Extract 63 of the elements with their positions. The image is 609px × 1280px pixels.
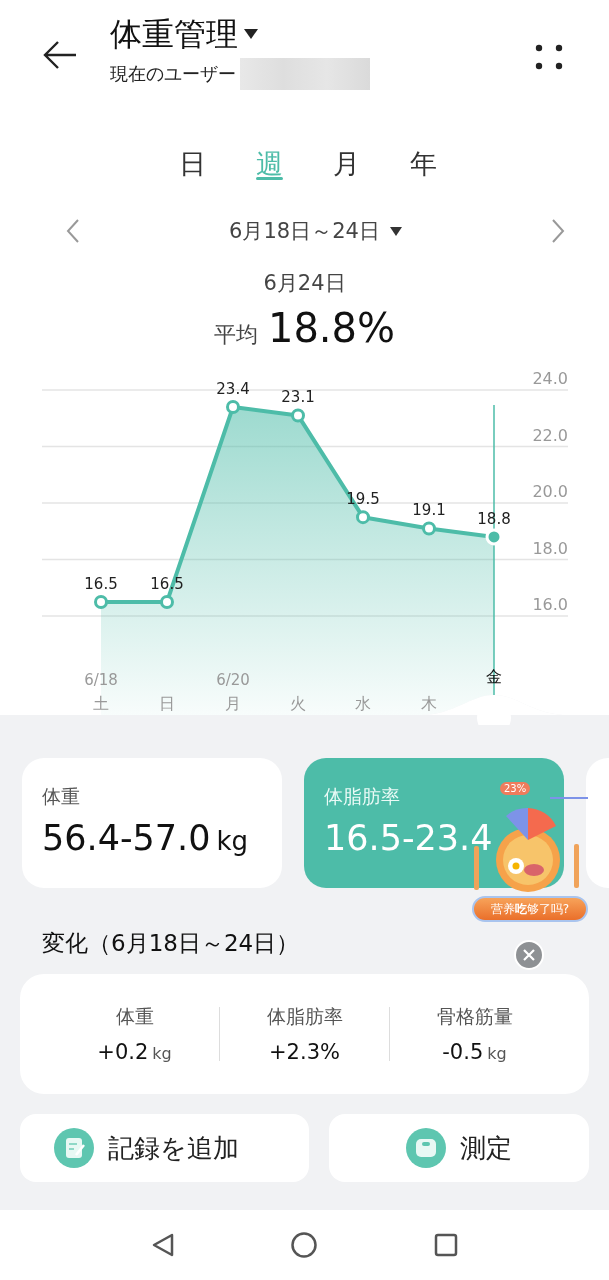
page-title: 体重管理 [110, 14, 238, 55]
period-tab[interactable]: 月 [328, 110, 364, 190]
change-unit: kg [152, 1044, 172, 1063]
day-label: 月 [225, 694, 241, 713]
recents-icon[interactable] [432, 1232, 459, 1258]
day-label: 水 [355, 694, 371, 713]
back-icon[interactable] [42, 40, 78, 70]
chart-point[interactable] [356, 510, 370, 525]
data-label: 23.4 [216, 379, 250, 398]
day-label: 土 [93, 694, 109, 713]
action-button[interactable]: 測定 [328, 1114, 589, 1182]
user-label: 現在のユーザー [110, 62, 236, 86]
note-icon [54, 1128, 94, 1168]
chart-point[interactable] [226, 399, 240, 414]
change-value: -0.5 [442, 1040, 484, 1064]
day-label: 日 [159, 694, 175, 713]
metric-label: 体脂肪率 [324, 784, 400, 809]
caret-icon[interactable] [244, 29, 258, 39]
selected-date: 6月24日 [263, 271, 346, 295]
chart-point[interactable] [291, 408, 305, 423]
data-label: 23.1 [281, 388, 315, 407]
day-label: 火 [290, 694, 306, 713]
period-tab[interactable]: 日 [174, 110, 210, 190]
action-button[interactable]: 記録を追加 [20, 1114, 309, 1182]
scale-icon [405, 1128, 446, 1168]
menu-icon[interactable] [535, 44, 563, 70]
axis-label: 20.0 [532, 482, 568, 502]
change-value: +2.3% [269, 1040, 340, 1064]
chart-point[interactable] [160, 594, 174, 609]
metric-value: 56.4-57.0 [42, 818, 211, 858]
change-value: +0.2 [97, 1040, 149, 1064]
axis-label: 22.0 [532, 425, 568, 445]
change-unit: kg [487, 1044, 507, 1063]
metric-unit: kg [216, 826, 249, 856]
day-label: 木 [421, 694, 437, 713]
average-value: 18.8% [267, 305, 396, 351]
metric-card[interactable]: 体重 56.4-57.0 kg [22, 758, 282, 888]
chart-point[interactable] [94, 594, 108, 609]
day-label: 金 [486, 667, 502, 686]
metric-label: 体重 [42, 784, 80, 809]
data-label: 16.5 [84, 574, 118, 593]
close-icon [522, 948, 536, 962]
chevron-left-icon[interactable] [66, 218, 80, 244]
percent-badge: 23% [500, 782, 531, 795]
back-icon[interactable] [150, 1232, 175, 1258]
average-label: 平均 [213, 321, 258, 349]
axis-label: 18.0 [532, 538, 568, 558]
date-label: 6/20 [216, 671, 250, 689]
change-label: 骨格筋量 [436, 1004, 513, 1029]
metric-value: 16.5-23.4 [324, 818, 493, 858]
data-label: 19.1 [412, 501, 446, 520]
chart-point[interactable] [422, 521, 436, 536]
home-icon[interactable] [289, 1231, 318, 1259]
change-label: 体重 [115, 1004, 154, 1029]
date-range[interactable]: 6月18日～24日 [229, 217, 380, 245]
axis-label: 24.0 [532, 369, 568, 388]
caret-icon[interactable] [389, 226, 402, 236]
period-tab[interactable]: 年 [405, 110, 441, 190]
axis-label: 16.0 [532, 595, 568, 615]
section-title: 変化（6月18日～24日） [42, 929, 300, 958]
chevron-right-icon[interactable] [551, 218, 565, 244]
change-label: 体脂肪率 [266, 1004, 343, 1029]
date-label: 6/18 [84, 671, 118, 689]
